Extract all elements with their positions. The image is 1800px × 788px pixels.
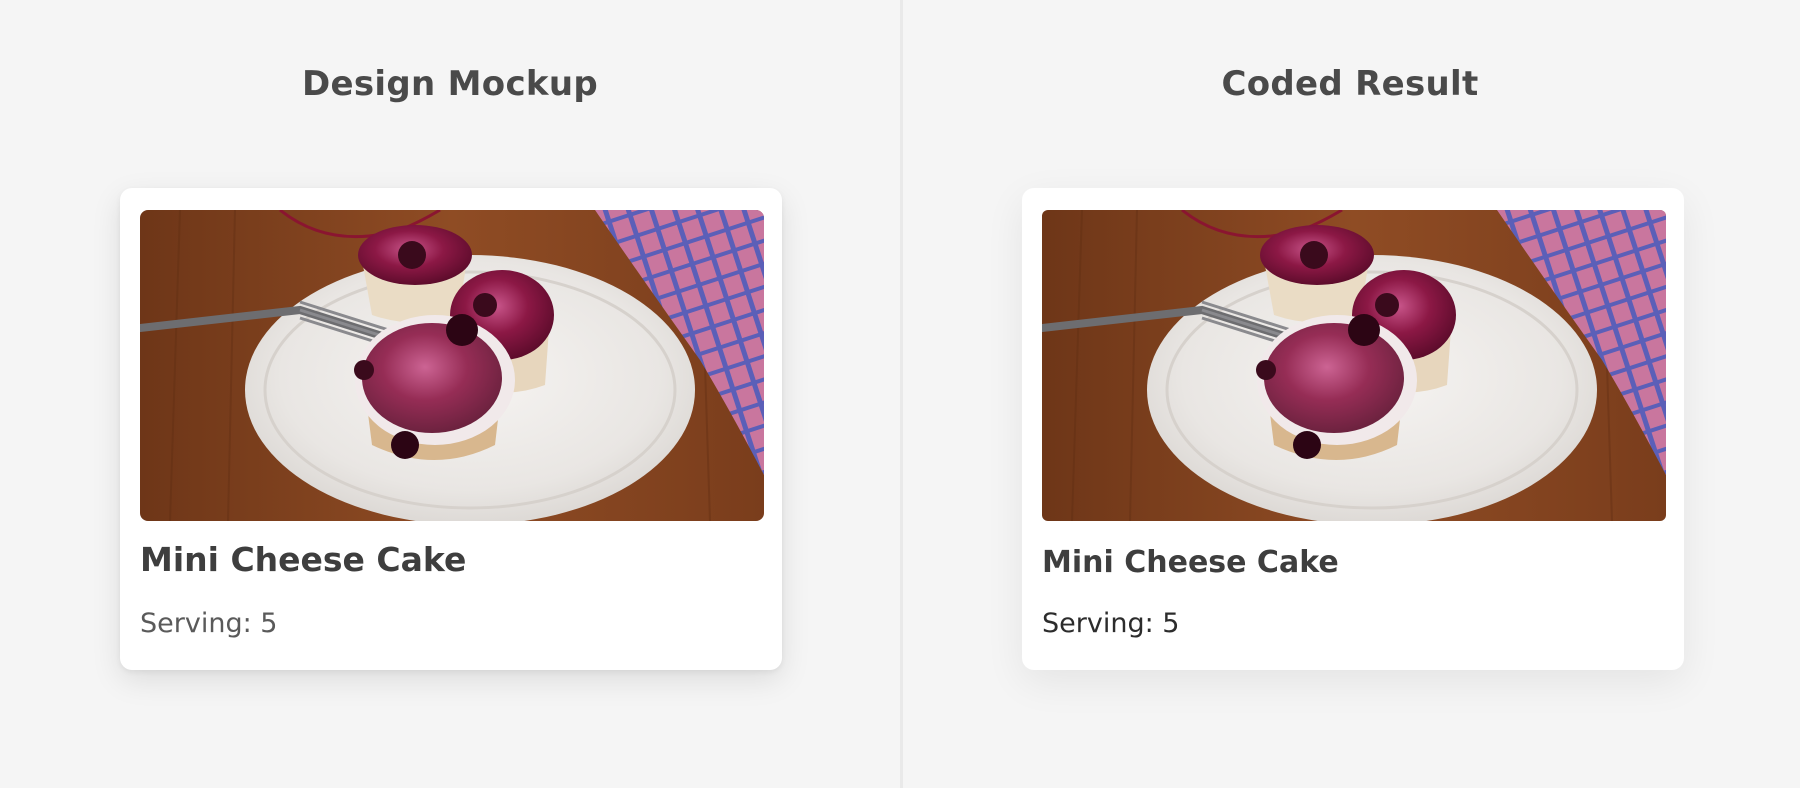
recipe-image <box>140 210 764 521</box>
coded-result-panel: Coded Result Mini Cheese Cake Serving: 5 <box>900 0 1800 788</box>
panel-heading: Design Mockup <box>302 64 598 104</box>
panel-heading: Coded Result <box>1221 64 1479 104</box>
serving-label: Serving: 5 <box>140 608 278 639</box>
recipe-card[interactable]: Mini Cheese Cake Serving: 5 <box>120 188 782 670</box>
recipe-image <box>1042 210 1666 521</box>
serving-label: Serving: 5 <box>1042 608 1180 639</box>
comparison-page: Design Mockup Mini Cheese Cake Serving: … <box>0 0 1800 788</box>
design-mockup-panel: Design Mockup Mini Cheese Cake Serving: … <box>0 0 900 788</box>
recipe-card[interactable]: Mini Cheese Cake Serving: 5 <box>1022 188 1684 670</box>
recipe-title: Mini Cheese Cake <box>140 540 467 579</box>
recipe-title: Mini Cheese Cake <box>1042 545 1339 580</box>
